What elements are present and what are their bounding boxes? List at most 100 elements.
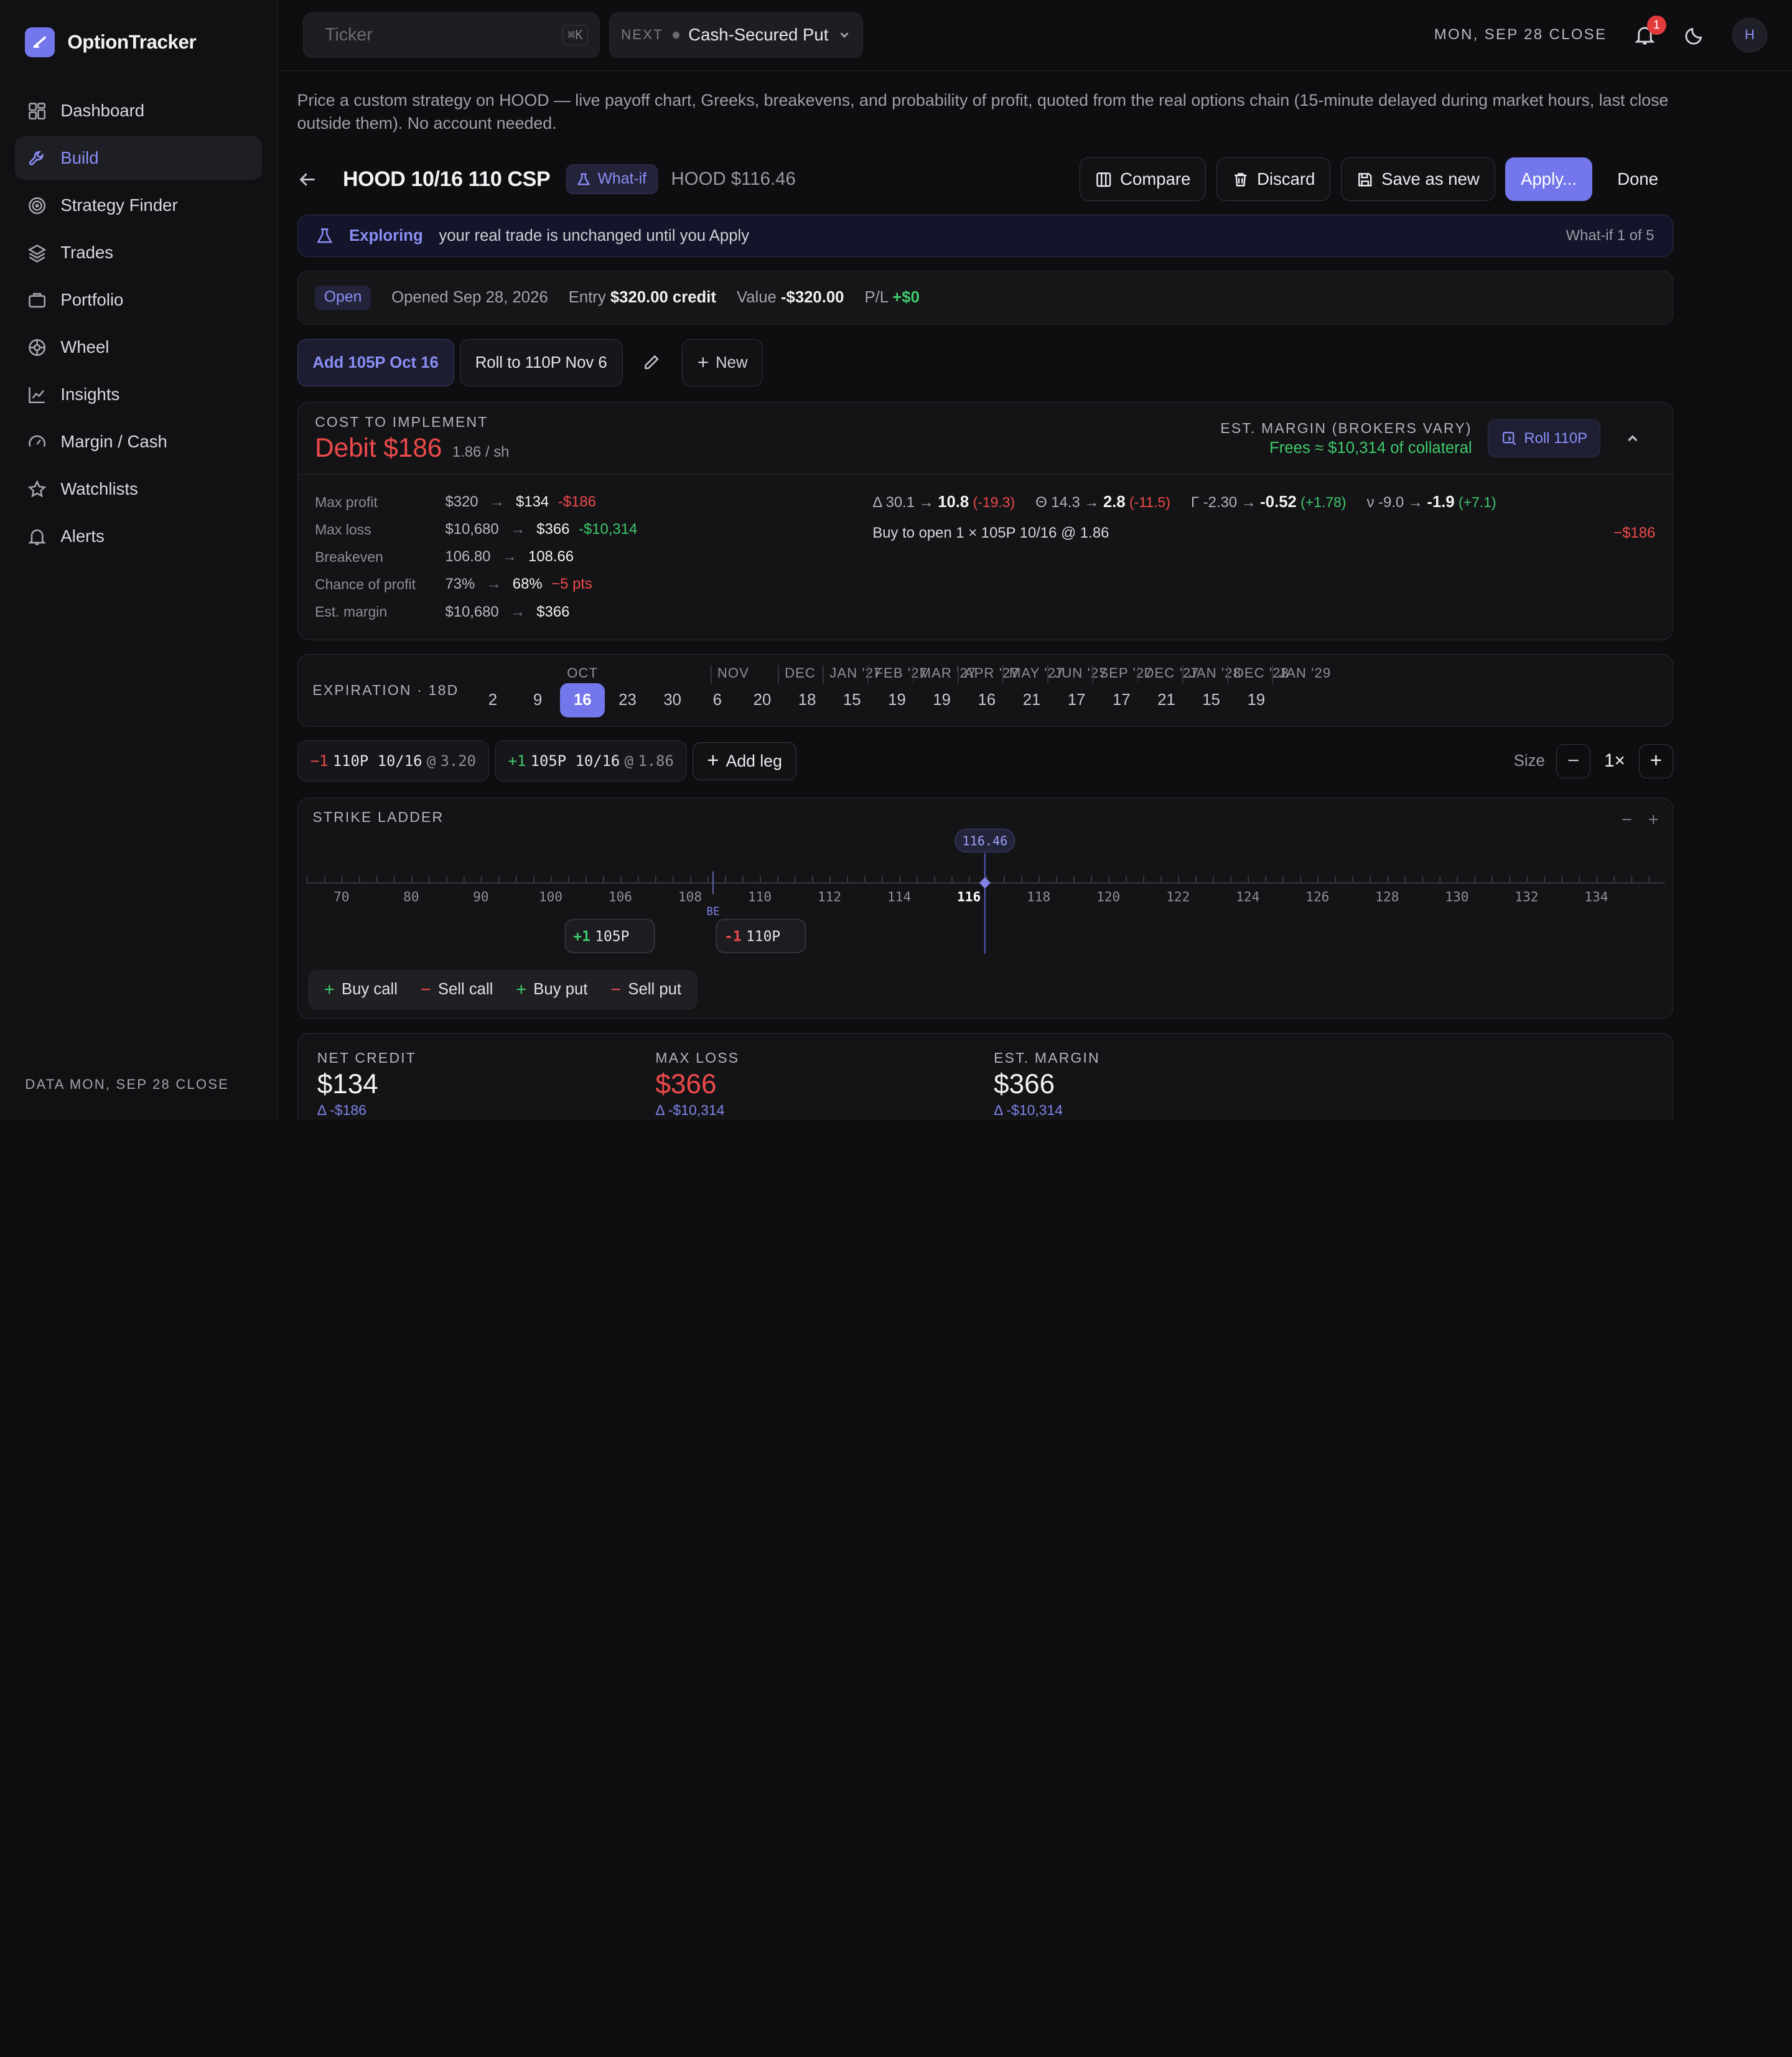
size-decrement-button[interactable]: − [1556, 744, 1591, 778]
sidebar-item-watchlists[interactable]: Watchlists [15, 467, 263, 511]
quick-add-label: Sell call [437, 981, 493, 999]
expiration-day[interactable]: 16 [964, 683, 1009, 717]
sidebar-item-trades[interactable]: Trades [15, 231, 263, 274]
greek-symbol: ν -9.0 → [1366, 493, 1427, 511]
greek-value: -1.9 [1427, 493, 1455, 511]
brand[interactable]: OptionTracker [0, 0, 277, 89]
margin-eyebrow: EST. MARGIN (BROKERS VARY) [1220, 419, 1472, 436]
stat-block: MAX LOSS $366 Δ -$10,314 [655, 1050, 994, 1120]
metric-row: Est. margin $10,680 → $366 [315, 598, 872, 625]
sidebar-item-label: Watchlists [60, 479, 138, 499]
tab-add-105p[interactable]: Add 105P Oct 16 [297, 339, 454, 386]
roll-110p-button[interactable]: Roll 110P [1488, 419, 1601, 458]
metric-to: $366 [536, 603, 570, 620]
metric-from: $10,680 [445, 603, 499, 620]
metric-row: Breakeven 106.80 → 108.66 [315, 543, 872, 571]
search-input[interactable] [325, 24, 554, 45]
discard-button[interactable]: Discard [1216, 157, 1331, 202]
metric-to: 68% [512, 576, 543, 593]
done-button[interactable]: Done [1602, 157, 1673, 201]
strike-label: 116 [957, 889, 981, 904]
leg-marker-label: 110P [746, 929, 780, 945]
expiration-day[interactable]: 18 [785, 683, 829, 717]
ticker-search[interactable]: ⌘K [302, 12, 600, 58]
size-increment-button[interactable]: + [1638, 744, 1673, 778]
order-amount: −$186 [1613, 524, 1656, 541]
arrow-right-icon: → [510, 603, 525, 620]
greek-value: 2.8 [1103, 493, 1126, 511]
stat-delta: Δ -$186 [317, 1102, 366, 1119]
expiration-day[interactable]: 17 [1054, 683, 1099, 717]
next-strategy-select[interactable]: NEXT Cash-Secured Put [609, 12, 864, 58]
whatif-badge: What-if [566, 164, 658, 195]
metric-delta: -$10,314 [579, 521, 638, 538]
month-separator [1092, 665, 1094, 684]
leg-marker-qty: +1 [573, 929, 590, 945]
leg-chip[interactable]: −1 110P 10/16 @ 3.20 [297, 740, 490, 782]
save-as-new-button[interactable]: Save as new [1340, 157, 1495, 202]
expiration-day[interactable]: 15 [1189, 683, 1234, 717]
whatif-counter: What-if 1 of 5 [1566, 227, 1654, 245]
expiration-day[interactable]: 2 [470, 683, 515, 717]
quick-add-buy-call-button[interactable]: + Buy call [315, 979, 407, 1001]
theme-toggle[interactable] [1682, 22, 1707, 47]
strike-label: 70 [334, 889, 349, 904]
sidebar-item-portfolio[interactable]: Portfolio [15, 278, 263, 322]
notifications-button[interactable]: 1 [1632, 16, 1666, 47]
app-window: OptionTracker Dashboard Build Strategy F… [0, 0, 1792, 1120]
arrow-right-icon: → [486, 576, 502, 593]
strike-label: 122 [1166, 889, 1190, 904]
quick-add-buy-put-button[interactable]: + Buy put [506, 979, 597, 1001]
new-label: New [716, 353, 748, 371]
expiration-label: EXPIRATION · 18D [312, 681, 459, 698]
sidebar-item-label: Insights [60, 385, 120, 404]
pencil-icon [644, 355, 659, 370]
expiration-day[interactable]: 9 [515, 683, 560, 717]
compare-button[interactable]: Compare [1079, 157, 1206, 202]
greek-delta: (+1.78) [1296, 493, 1346, 510]
greek-delta: (-11.5) [1125, 493, 1170, 510]
apply-button[interactable]: Apply... [1505, 157, 1592, 202]
expiration-day[interactable]: 23 [605, 683, 650, 717]
expiration-day[interactable]: 19 [874, 683, 919, 717]
new-scenario-button[interactable]: + New [682, 339, 763, 386]
sidebar-item-build[interactable]: Build [14, 136, 263, 180]
save-icon [1358, 172, 1372, 186]
collapse-button[interactable] [1610, 431, 1655, 447]
legs-row: −1 110P 10/16 @ 3.20 +1 105P 10/16 @ 1.86… [297, 740, 1673, 782]
tab-roll-110p[interactable]: Roll to 110P Nov 6 [459, 339, 623, 386]
sidebar-item-dashboard[interactable]: Dashboard [15, 89, 263, 133]
add-leg-button[interactable]: + Add leg [693, 742, 796, 780]
expiration-day[interactable]: 21 [1144, 683, 1188, 717]
greek-delta: (+7.1) [1454, 493, 1496, 510]
quick-add-sell-put-button[interactable]: − Sell put [601, 979, 690, 1001]
expiration-day[interactable]: 30 [650, 683, 695, 717]
expiration-day[interactable]: 19 [920, 683, 964, 717]
expiration-day[interactable]: 6 [695, 683, 740, 717]
rename-scenario-button[interactable] [628, 339, 674, 386]
quick-add-label: Buy call [341, 981, 398, 999]
leg-list: −1 110P 10/16 @ 3.20 +1 105P 10/16 @ 1.86 [297, 740, 688, 782]
sidebar-item-wheel[interactable]: Wheel [15, 325, 263, 369]
expiration-day[interactable]: 19 [1234, 683, 1279, 717]
flask-icon [317, 228, 333, 243]
back-button[interactable] [297, 169, 327, 190]
avatar[interactable]: H [1732, 17, 1767, 52]
sidebar-item-alerts[interactable]: Alerts [15, 515, 263, 558]
month-separator [867, 665, 869, 684]
sidebar-item-margin-cash[interactable]: Margin / Cash [15, 420, 263, 464]
expiration-day[interactable]: 16 [560, 683, 605, 718]
expiration-day[interactable]: 21 [1009, 683, 1054, 717]
leg-marker-qty: -1 [724, 929, 742, 945]
expiration-day[interactable]: 15 [829, 683, 874, 717]
sidebar-item-strategy-finder[interactable]: Strategy Finder [15, 184, 263, 227]
sidebar-item-insights[interactable]: Insights [15, 373, 263, 416]
expiration-day[interactable]: 17 [1099, 683, 1144, 717]
topbar-right: MON, SEP 28 CLOSE 1 H [1434, 16, 1767, 52]
spot-diamond [979, 877, 991, 889]
whatif-label: What-if [597, 170, 646, 188]
leg-chip[interactable]: +1 105P 10/16 @ 1.86 [495, 740, 688, 782]
quick-add-sell-call-button[interactable]: − Sell call [411, 979, 502, 1001]
expiration-day[interactable]: 20 [740, 683, 785, 717]
strike-label: 118 [1027, 889, 1050, 904]
